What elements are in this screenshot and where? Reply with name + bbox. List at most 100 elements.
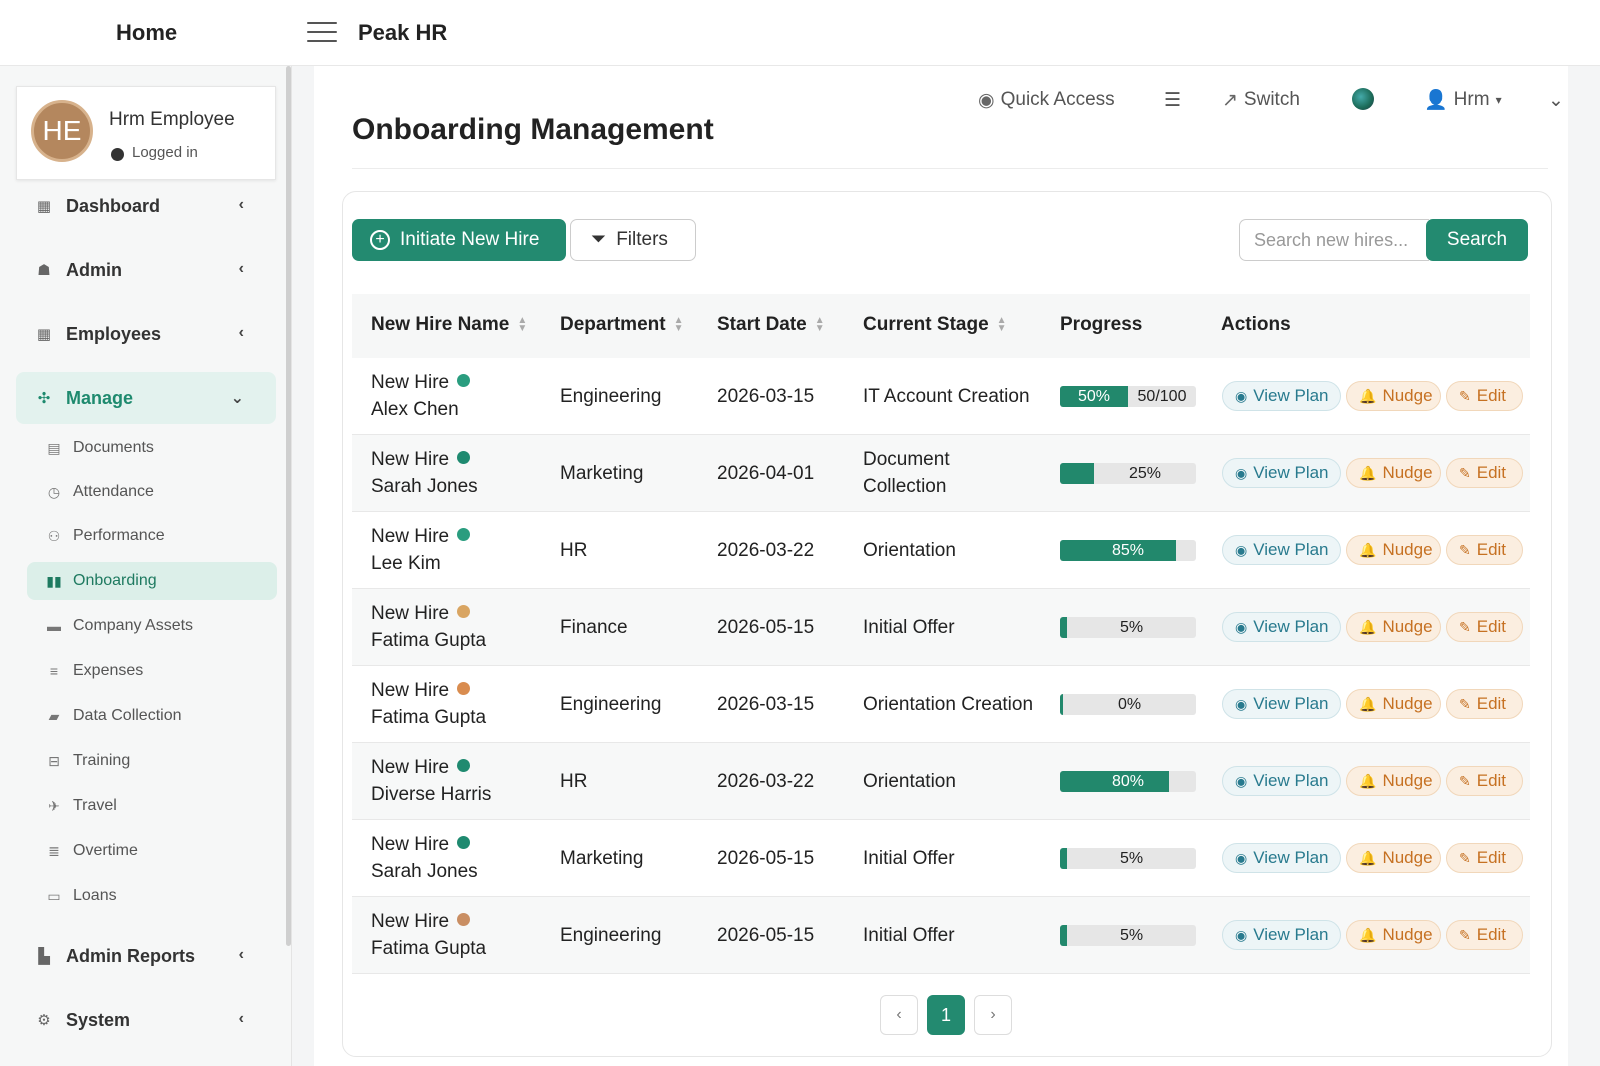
table-header: New Hire Name ▲ ▼ Department ▲ ▼ Start Dat… (352, 294, 1530, 358)
view-plan-label: View Plan (1253, 386, 1329, 405)
stage-line1: Orientation (863, 771, 956, 792)
bell-icon: 🔔 (1359, 618, 1377, 635)
status-dot-icon (111, 148, 124, 161)
search-input[interactable] (1239, 219, 1429, 261)
globe-icon[interactable] (1352, 88, 1374, 110)
file-icon: ▤ (47, 439, 61, 456)
view-plan-button[interactable]: ◉ View Plan (1222, 689, 1341, 719)
sidebar-subitem-data-collection[interactable]: ▰ Data Collection (27, 697, 277, 735)
sidebar-subitem-overtime[interactable]: ≣ Overtime (27, 832, 277, 870)
chevron-down-icon[interactable]: ⌄ (1548, 86, 1564, 114)
column-header-name[interactable]: New Hire Name ▲ ▼ (371, 314, 527, 336)
title-divider (352, 168, 1548, 169)
nudge-button[interactable]: 🔔 Nudge (1346, 612, 1441, 642)
name-line2: Alex Chen (371, 399, 459, 420)
view-plan-button[interactable]: ◉ View Plan (1222, 920, 1341, 950)
subitem-label: Loans (73, 887, 117, 904)
edit-button[interactable]: ✎ Edit (1446, 766, 1523, 796)
sidebar-scrollbar[interactable] (286, 66, 291, 946)
sidebar-item-admin-reports[interactable]: ▙ Admin Reports ‹ (16, 930, 276, 982)
view-plan-button[interactable]: ◉ View Plan (1222, 535, 1341, 565)
pagination-prev-button[interactable]: ‹ (880, 995, 918, 1035)
sidebar-subitem-documents[interactable]: ▤ Documents (27, 429, 277, 467)
view-plan-button[interactable]: ◉ View Plan (1222, 381, 1341, 411)
column-label: Progress (1060, 314, 1143, 335)
app-title: Peak HR (358, 20, 448, 45)
edit-button[interactable]: ✎ Edit (1446, 612, 1523, 642)
sidebar-subitem-loans[interactable]: ▭ Loans (27, 877, 277, 915)
view-plan-label: View Plan (1253, 694, 1329, 713)
edit-button[interactable]: ✎ Edit (1446, 458, 1523, 488)
status-dot-icon (457, 913, 471, 926)
sidebar-subitem-expenses[interactable]: ≡ Expenses (27, 652, 277, 690)
name-line1: New Hire (371, 757, 450, 778)
chevron-left-icon: ‹ (238, 1010, 244, 1027)
chevron-left-icon: ‹ (238, 260, 244, 277)
initiate-new-hire-button[interactable]: + Initiate New Hire (352, 219, 566, 261)
edit-button[interactable]: ✎ Edit (1446, 381, 1523, 411)
new-hire-name-cell: New Hire Fatima Gupta (371, 677, 486, 731)
nudge-button[interactable]: 🔔 Nudge (1346, 689, 1441, 719)
nudge-button[interactable]: 🔔 Nudge (1346, 843, 1441, 873)
home-title[interactable]: Home (116, 20, 177, 46)
new-hire-name-cell: New Hire Alex Chen (371, 369, 471, 423)
start-date-cell: 2026-03-22 (717, 771, 815, 792)
status-dot-icon (457, 759, 471, 772)
list-icon: ≡ (49, 663, 59, 679)
table-row: New Hire Fatima Gupta Finance 2026-05-15 Ini… (352, 589, 1530, 666)
pagination-current-page[interactable]: 1 (927, 995, 965, 1035)
sidebar-subitem-attendance[interactable]: ◷ Attendance (27, 473, 277, 511)
view-plan-button[interactable]: ◉ View Plan (1222, 843, 1341, 873)
view-plan-label: View Plan (1253, 771, 1329, 790)
sidebar-item-admin[interactable]: ☗ Admin ‹ (16, 244, 276, 296)
column-label: Start Date (717, 314, 807, 335)
column-header-department[interactable]: Department ▲ ▼ (560, 314, 683, 336)
edit-button[interactable]: ✎ Edit (1446, 920, 1523, 950)
sidebar-item-manage[interactable]: ✣ Manage ⌄ (16, 372, 276, 424)
pencil-icon: ✎ (1459, 926, 1471, 943)
nudge-button[interactable]: 🔔 Nudge (1346, 535, 1441, 565)
filters-button[interactable]: ⏷ Filters (570, 219, 696, 261)
progress-percent: 50% (1077, 388, 1111, 405)
edit-button[interactable]: ✎ Edit (1446, 535, 1523, 565)
pagination-next-button[interactable]: › (974, 995, 1012, 1035)
user-menu-dropdown[interactable]: 👤 Hrm ▾ (1424, 86, 1502, 114)
new-hire-name-cell: New Hire Fatima Gupta (371, 600, 486, 654)
eye-icon: ◉ (1235, 849, 1248, 866)
sidebar-item-system[interactable]: ⚙ System ‹ (16, 994, 276, 1046)
status-dot-icon (457, 605, 471, 618)
view-plan-button[interactable]: ◉ View Plan (1222, 458, 1341, 488)
progress-fill (1060, 925, 1067, 946)
sidebar-item-dashboard[interactable]: ▦ Dashboard ‹ (16, 180, 276, 232)
search-button[interactable]: Search (1426, 219, 1528, 261)
stage-line1: Document (863, 449, 950, 470)
progress-label: 0% (1117, 696, 1142, 713)
switch-button[interactable]: ↗ Switch (1222, 86, 1300, 114)
nudge-button[interactable]: 🔔 Nudge (1346, 458, 1441, 488)
view-plan-button[interactable]: ◉ View Plan (1222, 766, 1341, 796)
stage-line1: IT Account Creation (863, 386, 1030, 407)
nudge-button[interactable]: 🔔 Nudge (1346, 920, 1441, 950)
current-stage-cell: Document Collection (863, 446, 950, 500)
department-cell: HR (560, 771, 588, 792)
sidebar-subitem-company-assets[interactable]: ▬ Company Assets (27, 607, 277, 645)
column-header-start-date[interactable]: Start Date ▲ ▼ (717, 314, 825, 336)
view-plan-label: View Plan (1253, 925, 1329, 944)
sidebar-subitem-onboarding[interactable]: ▮▮ Onboarding (27, 562, 277, 600)
sidebar-subitem-training[interactable]: ⊟ Training (27, 742, 277, 780)
view-plan-button[interactable]: ◉ View Plan (1222, 612, 1341, 642)
list-view-icon[interactable]: ☰ (1164, 86, 1181, 114)
edit-button[interactable]: ✎ Edit (1446, 689, 1523, 719)
column-header-current-stage[interactable]: Current Stage ▲ ▼ (863, 314, 1007, 336)
nudge-button[interactable]: 🔔 Nudge (1346, 381, 1441, 411)
sidebar-subitem-performance[interactable]: ⚇ Performance (27, 517, 277, 555)
edit-button[interactable]: ✎ Edit (1446, 843, 1523, 873)
sidebar-item-employees[interactable]: ▦ Employees ‹ (16, 308, 276, 360)
nudge-button[interactable]: 🔔 Nudge (1346, 766, 1441, 796)
quick-access-button[interactable]: ◉ Quick Access (978, 86, 1115, 114)
hamburger-menu-icon[interactable] (307, 22, 337, 42)
initiate-label: Initiate New Hire (400, 229, 540, 250)
name-line1: New Hire (371, 603, 450, 624)
subitem-label: Travel (73, 797, 117, 814)
sidebar-subitem-travel[interactable]: ✈ Travel (27, 787, 277, 825)
